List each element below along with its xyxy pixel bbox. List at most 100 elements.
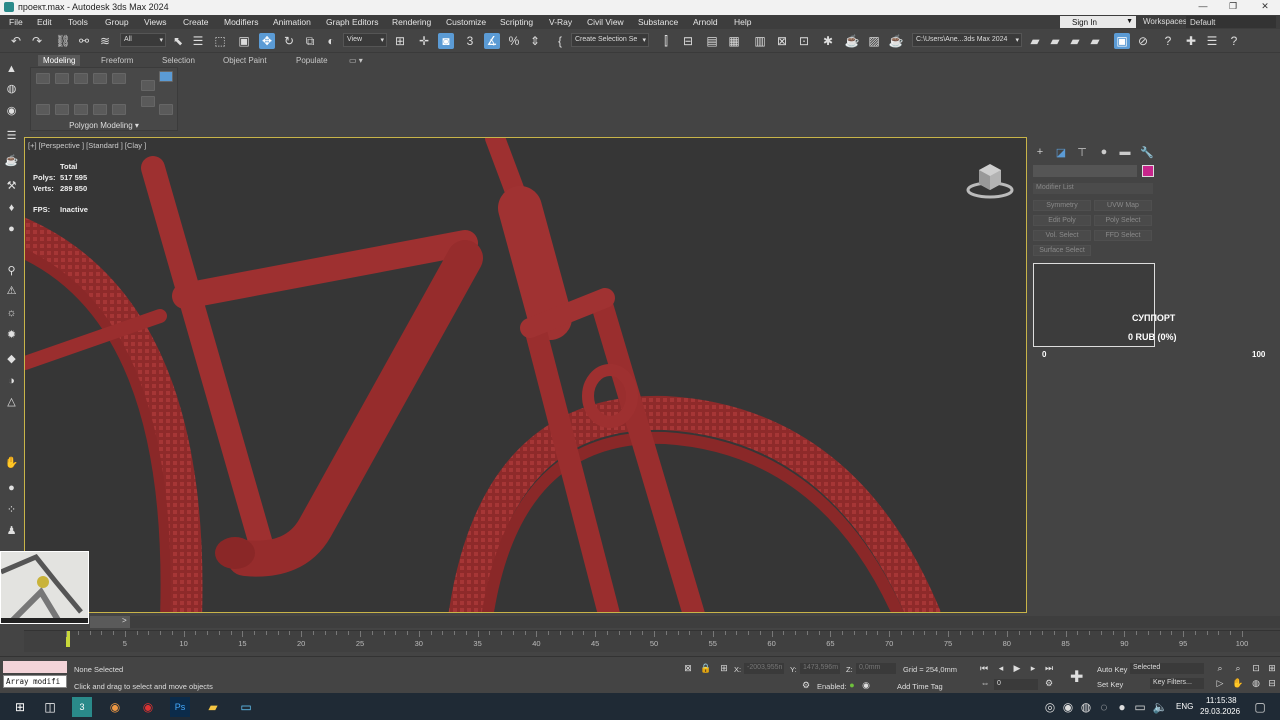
- named-selection-dropdown[interactable]: Create Selection Se ▾: [571, 33, 649, 47]
- modifier-vol-select-button[interactable]: Vol. Select: [1033, 230, 1091, 241]
- sign-in-dropdown[interactable]: Sign In ▼: [1060, 16, 1136, 28]
- modify-tab-icon[interactable]: ◪: [1054, 145, 1068, 159]
- list-icon[interactable]: ☰: [1204, 33, 1220, 49]
- network-icon[interactable]: ▭: [1130, 697, 1150, 717]
- tab-selection[interactable]: Selection: [157, 55, 200, 66]
- hammer-icon[interactable]: ⚒: [4, 178, 19, 193]
- bulb-icon[interactable]: ♦: [4, 200, 19, 215]
- clock-time[interactable]: 11:15:38: [1206, 696, 1237, 705]
- ribbon-button[interactable]: [141, 80, 155, 91]
- percent-snap-icon[interactable]: %: [506, 33, 522, 49]
- ribbon-button[interactable]: [36, 73, 50, 84]
- ribbon-toggle-button[interactable]: [159, 71, 173, 82]
- ribbon-button[interactable]: [74, 104, 88, 115]
- language-indicator[interactable]: ENG: [1176, 702, 1193, 711]
- modifier-edit-poly-button[interactable]: Edit Poly: [1033, 215, 1091, 226]
- perspective-viewport[interactable]: [+] [Perspective ] [Standard ] [Clay ] T…: [24, 137, 1027, 613]
- go-to-start-icon[interactable]: ⏮: [978, 663, 990, 675]
- zoom-extents-all-icon[interactable]: ⊞: [1266, 663, 1278, 675]
- folder-icon[interactable]: ▰: [203, 697, 223, 717]
- pawn-icon[interactable]: ♟: [4, 523, 19, 538]
- 3dsmax-taskbar-icon[interactable]: 3: [72, 697, 92, 717]
- x-coordinate-field[interactable]: -2003,955n: [744, 663, 784, 674]
- absolute-mode-icon[interactable]: ⊞: [718, 663, 730, 675]
- orbit-icon[interactable]: ◍: [1250, 678, 1262, 690]
- motion-tab-icon[interactable]: ●: [1097, 145, 1111, 159]
- tray-icon[interactable]: ◉: [1058, 697, 1078, 717]
- pan-icon[interactable]: ✋: [1232, 678, 1244, 690]
- time-tag-toggle-icon[interactable]: ◉: [860, 680, 872, 692]
- maxscript-listener-output[interactable]: [3, 661, 67, 673]
- sun-icon[interactable]: ✹: [4, 327, 19, 342]
- manipulate-icon[interactable]: ✛: [416, 33, 432, 49]
- maxscript-listener-input[interactable]: Array modifi: [3, 675, 67, 688]
- modifier-ffd-select-button[interactable]: FFD Select: [1094, 230, 1152, 241]
- redo-icon[interactable]: ↷: [29, 33, 45, 49]
- material-editor-icon[interactable]: ✱: [820, 33, 836, 49]
- align-icon[interactable]: ⊟: [680, 33, 696, 49]
- hierarchy-tab-icon[interactable]: ⊤: [1075, 145, 1089, 159]
- selected-dropdown[interactable]: Selected: [1130, 663, 1204, 674]
- ref-coord-dropdown[interactable]: View ▾: [343, 33, 387, 47]
- add-time-tag[interactable]: Add Time Tag: [897, 682, 943, 691]
- folder-icon[interactable]: ▰: [1087, 33, 1103, 49]
- lock-icon[interactable]: 🔒: [700, 663, 712, 675]
- chrome-icon[interactable]: ◉: [105, 697, 125, 717]
- reference-thumbnail[interactable]: [0, 551, 89, 624]
- notifications-icon[interactable]: ▢: [1250, 697, 1270, 717]
- enabled-indicator-icon[interactable]: ●: [846, 680, 858, 692]
- box-icon[interactable]: ◆: [4, 351, 19, 366]
- menu-arnold[interactable]: Arnold: [693, 17, 718, 27]
- tab-object-paint[interactable]: Object Paint: [218, 55, 272, 66]
- rect-selection-icon[interactable]: ⬚: [212, 33, 228, 49]
- list-icon[interactable]: ☰: [4, 128, 19, 143]
- teapot-icon[interactable]: ☕: [4, 153, 19, 168]
- camera-icon[interactable]: ◉: [4, 103, 19, 118]
- menu-animation[interactable]: Animation: [273, 17, 311, 27]
- zoom-icon[interactable]: ⌕: [1214, 663, 1226, 675]
- folder-icon[interactable]: ▰: [1047, 33, 1063, 49]
- menu-tools[interactable]: Tools: [68, 17, 88, 27]
- field-of-view-icon[interactable]: ▷: [1214, 678, 1226, 690]
- task-view-icon[interactable]: ◫: [40, 697, 60, 717]
- tab-populate[interactable]: Populate: [291, 55, 333, 66]
- help-circle-icon[interactable]: ?: [1226, 33, 1242, 49]
- maximize-viewport-icon[interactable]: ⊟: [1266, 678, 1278, 690]
- snaps-toggle-icon[interactable]: 3: [462, 33, 478, 49]
- current-frame-field[interactable]: 0: [994, 679, 1038, 690]
- menu-rendering[interactable]: Rendering: [392, 17, 431, 27]
- viewport-label[interactable]: [+] [Perspective ] [Standard ] [Clay ]: [28, 141, 146, 150]
- media-icon[interactable]: ◉: [138, 697, 158, 717]
- sun-icon[interactable]: ☼: [4, 305, 19, 320]
- zoom-extents-icon[interactable]: ⊡: [1250, 663, 1262, 675]
- bind-space-warp-icon[interactable]: ≋: [97, 33, 113, 49]
- project-folder-dropdown[interactable]: C:\Users\Ane...3ds Max 2024 ▾: [912, 33, 1022, 47]
- create-tab-icon[interactable]: +: [1033, 145, 1047, 159]
- mirror-icon[interactable]: ⫿: [658, 33, 674, 49]
- ribbon-toggle-icon[interactable]: ▥: [752, 33, 768, 49]
- select-rotate-icon[interactable]: ↻: [281, 33, 297, 49]
- play-icon[interactable]: ▶: [1011, 663, 1023, 675]
- render-setup-icon[interactable]: ☕: [844, 33, 860, 49]
- ribbon-button[interactable]: [141, 96, 155, 107]
- unlink-icon[interactable]: ⚯: [76, 33, 92, 49]
- sphere-icon[interactable]: ●: [4, 221, 19, 236]
- close-button[interactable]: ✕: [1250, 1, 1280, 13]
- photoshop-icon[interactable]: Ps: [170, 697, 190, 717]
- menu-file[interactable]: File: [9, 17, 23, 27]
- key-filters-button[interactable]: Key Filters...: [1150, 678, 1204, 689]
- menu-substance[interactable]: Substance: [638, 17, 678, 27]
- light-icon[interactable]: ⚲: [4, 263, 19, 278]
- menu-create[interactable]: Create: [183, 17, 209, 27]
- render-production-icon[interactable]: ☕: [888, 33, 904, 49]
- vray-frame-buffer-icon[interactable]: ▣: [1114, 33, 1130, 49]
- window-crossing-icon[interactable]: ▣: [236, 33, 252, 49]
- select-object-icon[interactable]: ⬉: [170, 33, 186, 49]
- help-icon[interactable]: ?: [1160, 33, 1176, 49]
- ribbon-button[interactable]: [74, 73, 88, 84]
- globe-icon[interactable]: ◑: [4, 373, 19, 388]
- ribbon-button[interactable]: [93, 104, 107, 115]
- menu-vray[interactable]: V-Ray: [549, 17, 572, 27]
- tray-icon[interactable]: ◎: [1040, 697, 1060, 717]
- tab-freeform[interactable]: Freeform: [96, 55, 138, 66]
